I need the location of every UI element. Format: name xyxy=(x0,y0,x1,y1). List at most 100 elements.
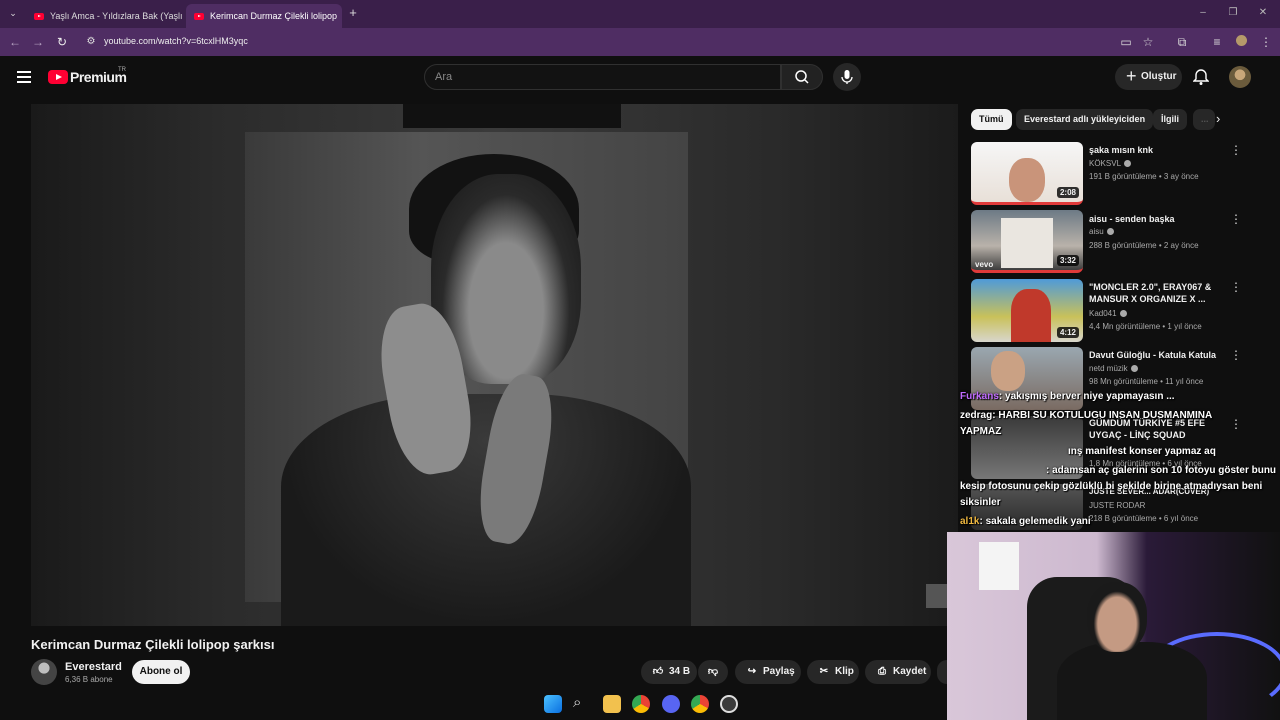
forward-icon[interactable]: → xyxy=(31,35,45,49)
search-input[interactable]: Ara xyxy=(424,64,781,90)
more-actions-button[interactable] xyxy=(937,660,947,684)
vevo-logo: vevo xyxy=(975,260,994,269)
chat-username: al1k xyxy=(960,516,980,527)
video-title: Kerimcan Durmaz Çilekli lolipop şarkısı xyxy=(31,637,275,652)
back-icon[interactable]: ← xyxy=(8,35,22,49)
more-options-icon[interactable]: ⋮ xyxy=(1230,349,1242,361)
create-button[interactable]: Oluştur xyxy=(1115,64,1182,90)
taskbar-search-icon[interactable]: ⌕ xyxy=(573,694,581,711)
windows-start-icon[interactable] xyxy=(544,695,562,713)
chat-message: zedrag: HARBI SU KOTULUGU INSAN DUSMANMI… xyxy=(960,410,1212,421)
omnibox[interactable]: ⚙ youtube.com/watch?v=6tcxlHM3yqc xyxy=(78,31,1278,53)
subscribe-button[interactable]: Abone ol xyxy=(132,660,190,684)
voice-search-button[interactable] xyxy=(833,63,861,91)
chat-text: : adamsan aç galerini son 10 fotoyu göst… xyxy=(1046,465,1277,476)
minimize-icon[interactable]: – xyxy=(1196,6,1210,20)
more-options-icon[interactable]: ⋮ xyxy=(1230,281,1242,293)
chip-related[interactable]: İlgili xyxy=(1153,109,1187,130)
more-options-icon[interactable]: ⋮ xyxy=(1230,144,1242,156)
verified-icon xyxy=(1106,228,1114,236)
notifications-bell-icon[interactable] xyxy=(1192,68,1210,91)
browser-address-bar: ← → ↻ ⚙ youtube.com/watch?v=6tcxlHM3yqc … xyxy=(0,28,1280,56)
chat-message: YAPMAZ xyxy=(960,426,1001,437)
recommended-meta: 191 B görüntüleme • 3 ay önce xyxy=(1089,172,1199,181)
extensions-icon[interactable]: ⧉ xyxy=(1175,35,1189,49)
recommended-title[interactable]: şaka mısın knk xyxy=(1089,144,1224,156)
recommended-meta: 98 Mn görüntüleme • 11 yıl önce xyxy=(1089,377,1204,386)
browser-tab[interactable]: Yaşlı Amca - Yıldızlara Bak (Yaşlı ✕ xyxy=(26,4,182,28)
dislike-button[interactable]: 👎︎ xyxy=(698,660,728,684)
site-info-icon[interactable]: ⚙ xyxy=(84,35,98,49)
chat-text: ınş manifest konser yapmaz aq xyxy=(1068,446,1216,457)
chip-from-uploader[interactable]: Everestard adlı yükleyiciden xyxy=(1016,109,1154,130)
share-icon: ↪ xyxy=(747,666,757,677)
browser-tab-active[interactable]: Kerimcan Durmaz Çilekli lolipop ✕ xyxy=(186,4,342,28)
new-tab-icon[interactable]: + xyxy=(346,6,360,20)
thumbnail-person xyxy=(1011,289,1051,342)
tab-search-chevron-icon[interactable]: ⌄ xyxy=(6,6,20,20)
clip-label: Klip xyxy=(835,666,854,677)
url-text[interactable]: youtube.com/watch?v=6tcxlHM3yqc xyxy=(104,36,248,46)
recommended-meta: 4,4 Mn görüntüleme • 1 yıl önce xyxy=(1089,322,1202,331)
duration-badge: 3:32 xyxy=(1056,255,1079,266)
youtube-logo-icon[interactable] xyxy=(48,70,68,84)
thumbnail-face xyxy=(1009,158,1045,202)
tab-title: Yaşlı Amca - Yıldızlara Bak (Yaşlı xyxy=(50,11,182,21)
channel-name[interactable]: Everestard xyxy=(65,661,122,673)
profile-avatar-icon[interactable] xyxy=(1234,35,1248,49)
obs-icon[interactable] xyxy=(720,695,738,713)
recommended-channel[interactable]: Kad041 xyxy=(1089,309,1127,318)
chat-text: siksinler xyxy=(960,497,1001,508)
thumbs-up-icon: 👍︎ xyxy=(652,666,664,677)
cast-icon[interactable]: ▭ xyxy=(1119,35,1133,49)
menu-icon[interactable] xyxy=(17,71,31,83)
browser-menu-icon[interactable]: ⋮ xyxy=(1259,35,1273,49)
chat-text: : sakala gelemedik yani xyxy=(979,516,1091,527)
video-thumbnail[interactable]: vevo 3:32 xyxy=(971,210,1083,273)
chip-more[interactable]: ... xyxy=(1193,109,1215,130)
like-count: 34 B xyxy=(669,666,691,677)
media-controls-icon[interactable]: ≡ xyxy=(1210,35,1224,49)
clip-button[interactable]: ✂ Klip xyxy=(807,660,859,684)
chrome-profile-icon[interactable] xyxy=(691,695,709,713)
share-button[interactable]: ↪ Paylaş xyxy=(735,660,801,684)
chip-all[interactable]: Tümü xyxy=(971,109,1012,130)
chat-message: Furkans: yakışmış berver niye yapmayasın… xyxy=(960,391,1175,402)
webcam-streamer-face xyxy=(1087,582,1147,652)
bookmark-star-icon[interactable]: ☆ xyxy=(1141,35,1155,49)
save-label: Kaydet xyxy=(893,666,927,677)
recommended-channel[interactable]: KÖKSVL xyxy=(1089,159,1132,168)
recommended-channel[interactable]: netd müzik xyxy=(1089,364,1138,373)
channel-avatar[interactable] xyxy=(31,659,57,685)
chat-text: : yakışmış berver niye yapmayasın ... xyxy=(998,391,1175,402)
recommended-channel[interactable]: JUSTE RODAR xyxy=(1089,501,1145,510)
video-thumbnail[interactable]: 2:08 xyxy=(971,142,1083,205)
reload-icon[interactable]: ↻ xyxy=(55,35,69,49)
subscriber-count: 6,36 B abone xyxy=(65,675,113,684)
close-window-icon[interactable]: ✕ xyxy=(1256,6,1270,20)
video-player[interactable] xyxy=(31,104,958,626)
recommended-title[interactable]: Davut Güloğlu - Katula Katula xyxy=(1089,349,1224,361)
search-button[interactable] xyxy=(781,64,823,90)
file-explorer-icon[interactable] xyxy=(603,695,621,713)
chrome-icon[interactable] xyxy=(632,695,650,713)
chevron-right-icon[interactable]: › xyxy=(1216,111,1220,126)
recommended-title[interactable]: "MONCLER 2.0", ERAY067 & MANSUR X ORGANI… xyxy=(1089,281,1224,305)
recommended-title[interactable]: aisu - senden başka xyxy=(1089,213,1224,225)
like-button[interactable]: 👍︎ 34 B xyxy=(641,660,697,684)
video-frame-corner xyxy=(926,584,948,608)
discord-icon[interactable] xyxy=(662,695,680,713)
youtube-favicon-icon xyxy=(194,12,204,20)
chat-message: al1k: sakala gelemedik yani xyxy=(960,516,1091,527)
recommended-channel[interactable]: aisu xyxy=(1089,227,1114,236)
save-button[interactable]: ⎙ Kaydet xyxy=(865,660,931,684)
chat-text: YAPMAZ xyxy=(960,426,1002,437)
youtube-favicon-icon xyxy=(34,12,44,20)
close-tab-icon[interactable]: ✕ xyxy=(337,11,342,22)
thumbnail-truck xyxy=(1001,218,1053,268)
video-thumbnail[interactable]: 4:12 xyxy=(971,279,1083,342)
more-options-icon[interactable]: ⋮ xyxy=(1230,213,1242,225)
more-options-icon[interactable]: ⋮ xyxy=(1230,418,1242,430)
account-avatar[interactable] xyxy=(1229,66,1251,88)
maximize-icon[interactable]: ❐ xyxy=(1226,6,1240,20)
